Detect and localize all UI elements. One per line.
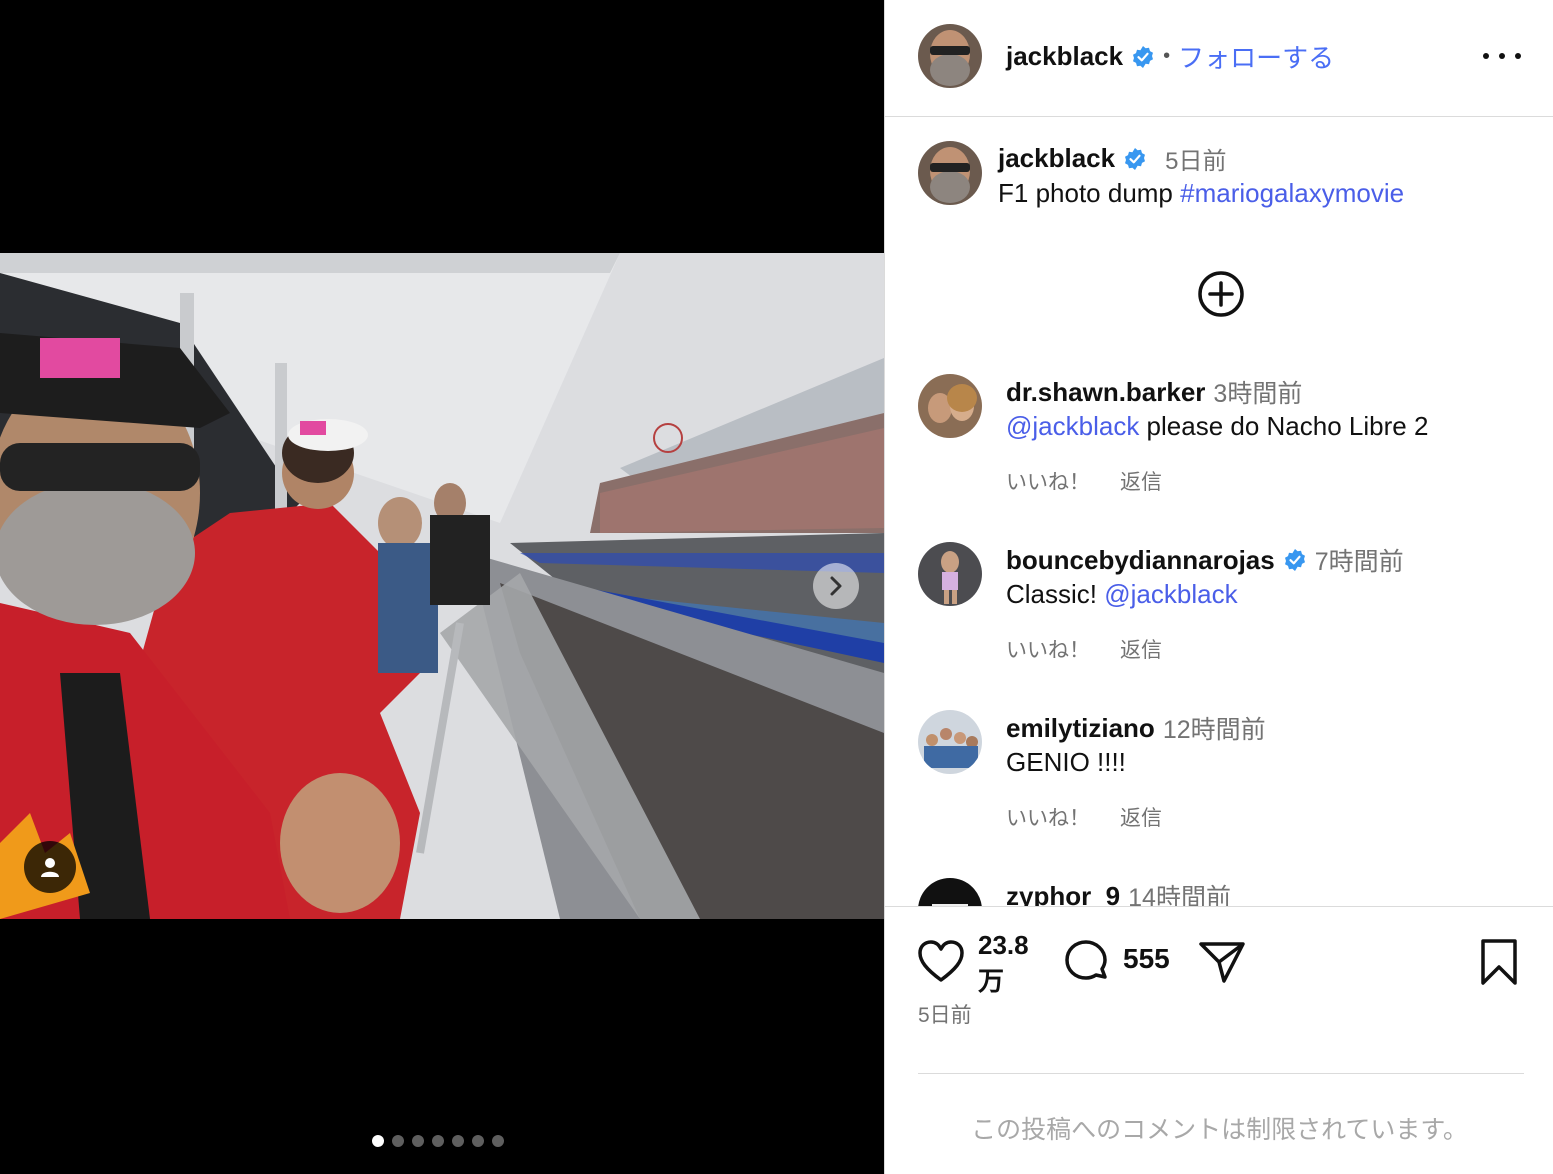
comment-like-button[interactable]: いいね！	[1006, 634, 1090, 664]
commenter-avatar[interactable]	[918, 542, 982, 606]
comment-actions: いいね！ 返信	[1006, 634, 1162, 664]
comment-time[interactable]: 3時間前	[1213, 374, 1302, 410]
comment-actions: いいね！ 返信	[1006, 466, 1162, 496]
comment-header: bouncebydiannarojas 7時間前	[1006, 542, 1404, 578]
comment-header: zyphor_9 14時間前	[1006, 878, 1231, 907]
post-date[interactable]: 5日前	[918, 999, 972, 1029]
verified-badge-icon	[1133, 45, 1154, 68]
carousel-dot	[412, 1135, 424, 1147]
comment-time[interactable]: 12時間前	[1163, 710, 1266, 746]
header-user-row: jackblack • フォローする	[1006, 38, 1334, 75]
comment-body: please do Nacho Libre 2	[1139, 411, 1429, 441]
caption-hashtag[interactable]: #mariogalaxymovie	[1180, 178, 1404, 208]
comment-text: Classic! @jackblack	[1006, 579, 1238, 610]
comment-reply-button[interactable]: 返信	[1120, 802, 1162, 832]
caption-username[interactable]: jackblack	[998, 143, 1115, 174]
comment-like-button[interactable]: いいね！	[1006, 466, 1090, 496]
carousel-indicator	[372, 1135, 504, 1147]
caption-text: F1 photo dump #mariogalaxymovie	[998, 178, 1404, 209]
comment-header: dr.shawn.barker 3時間前	[1006, 374, 1302, 410]
author-avatar[interactable]	[918, 24, 982, 88]
carousel-dot	[392, 1135, 404, 1147]
like-count-unit: 万	[978, 966, 1005, 996]
carousel-dot	[432, 1135, 444, 1147]
like-count[interactable]: 23.8 万	[978, 927, 1048, 999]
more-dot-icon	[1515, 53, 1521, 59]
comments-restricted-notice: この投稿へのコメントは制限されています。	[971, 1116, 1468, 1144]
comment-mention[interactable]: @jackblack	[1104, 579, 1237, 609]
comment-text: GENIO !!!!	[1006, 747, 1126, 777]
caption-body: F1 photo dump	[998, 178, 1181, 208]
like-count-number: 23.8	[978, 930, 1029, 960]
carousel-dot	[492, 1135, 504, 1147]
author-username[interactable]: jackblack	[1006, 41, 1123, 72]
paper-plane-icon	[1199, 942, 1245, 983]
commenter-username[interactable]: bouncebydiannarojas	[1006, 545, 1275, 576]
post-action-bar: 23.8 万 555 5日前	[885, 906, 1553, 1076]
carousel-next-button[interactable]	[813, 563, 859, 609]
user-icon	[41, 858, 59, 877]
bookmark-icon	[1481, 939, 1517, 985]
caption-user-row: jackblack 5日前	[998, 141, 1226, 176]
footer-divider	[918, 1073, 1524, 1074]
follow-button[interactable]: フォローする	[1178, 38, 1334, 75]
carousel-dot	[372, 1135, 384, 1147]
save-button[interactable]	[1475, 937, 1523, 987]
comments-list[interactable]: dr.shawn.barker 3時間前 @jackblack please d…	[885, 350, 1553, 906]
post-photo[interactable]	[0, 253, 884, 919]
load-more-comments-button[interactable]	[1197, 270, 1245, 318]
comment-reply-button[interactable]: 返信	[1120, 634, 1162, 664]
carousel-dot	[472, 1135, 484, 1147]
comment-header: emilytiziano 12時間前	[1006, 710, 1266, 746]
commenter-username[interactable]: zyphor_9	[1006, 881, 1120, 907]
comment-time[interactable]: 7時間前	[1315, 542, 1404, 578]
chevron-right-icon	[830, 576, 842, 596]
post-details-panel: jackblack • フォローする jackblack 5日前 F1 phot…	[884, 0, 1553, 1174]
plus-circle-icon	[1198, 271, 1244, 317]
comment-button[interactable]	[1061, 937, 1111, 987]
tagged-users-button[interactable]	[24, 841, 76, 893]
comment-bubble-icon	[1065, 940, 1107, 980]
comment-time[interactable]: 14時間前	[1128, 878, 1231, 906]
comment-mention[interactable]: @jackblack	[1006, 411, 1139, 441]
more-dot-icon	[1483, 53, 1489, 59]
commenter-username[interactable]: dr.shawn.barker	[1006, 377, 1205, 408]
post-modal: jackblack • フォローする jackblack 5日前 F1 phot…	[0, 0, 1553, 1174]
carousel-dot	[452, 1135, 464, 1147]
comment-like-button[interactable]: いいね！	[1006, 802, 1090, 832]
caption-time[interactable]: 5日前	[1165, 141, 1226, 176]
more-options-button[interactable]	[1483, 42, 1521, 70]
like-button[interactable]	[916, 937, 966, 987]
post-header: jackblack • フォローする	[885, 0, 1553, 117]
share-button[interactable]	[1197, 937, 1247, 987]
header-separator: •	[1163, 45, 1171, 67]
comment-count: 555	[1123, 943, 1170, 974]
more-dot-icon	[1499, 53, 1505, 59]
heart-icon	[918, 940, 964, 982]
caption-author-avatar[interactable]	[918, 141, 982, 205]
commenter-avatar[interactable]	[918, 710, 982, 774]
verified-badge-icon	[1125, 147, 1146, 170]
post-photo-illustration	[0, 253, 884, 919]
comment-actions: いいね！ 返信	[1006, 802, 1162, 832]
comment-text: @jackblack please do Nacho Libre 2	[1006, 411, 1428, 442]
verified-badge-icon	[1284, 549, 1305, 571]
commenter-avatar[interactable]	[918, 878, 982, 906]
comment-body: Classic!	[1006, 579, 1105, 609]
comment-reply-button[interactable]: 返信	[1120, 466, 1162, 496]
commenter-username[interactable]: emilytiziano	[1006, 713, 1155, 744]
commenter-avatar[interactable]	[918, 374, 982, 438]
media-viewer	[0, 0, 884, 1174]
